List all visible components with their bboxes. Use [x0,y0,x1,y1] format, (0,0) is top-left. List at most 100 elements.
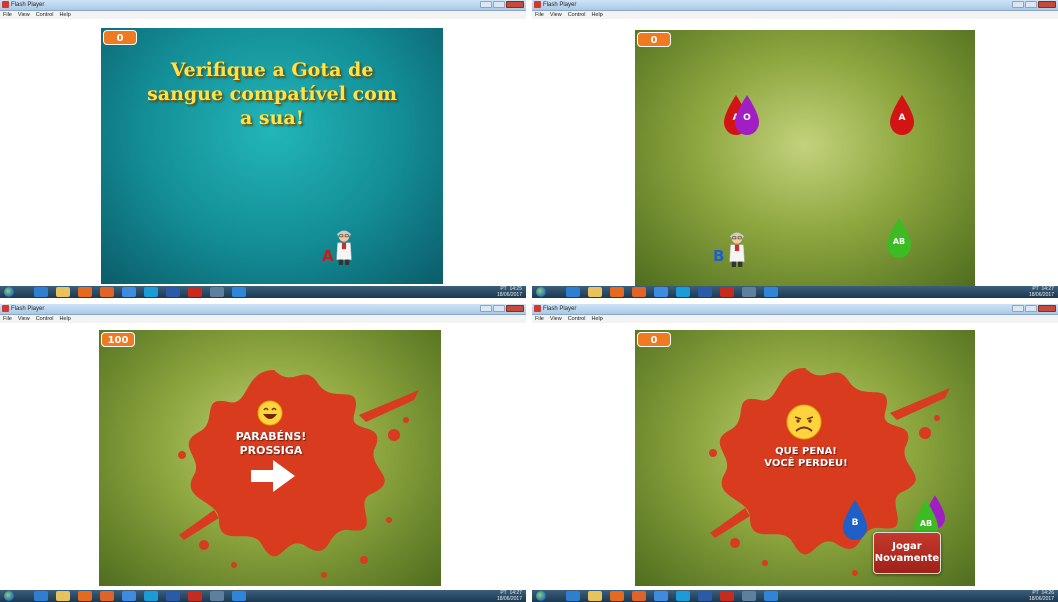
menu-bar: File View Control Help [0,11,526,19]
pdf-icon[interactable] [720,591,734,601]
flash-task-icon[interactable] [764,591,778,601]
doctor-character[interactable] [726,232,748,268]
message-line1: PARABÉNS! [235,430,307,443]
flash-task-icon[interactable] [232,287,246,297]
menu-help[interactable]: Help [588,11,605,19]
flash-icon [2,305,9,312]
app-icon[interactable] [742,591,756,601]
taskbar: PT 14:26 18/06/2017 [532,590,1058,602]
flash-icon [534,305,541,312]
media-icon[interactable] [610,287,624,297]
skype-icon[interactable] [144,287,158,297]
ie-icon[interactable] [566,287,580,297]
maximize-button[interactable] [1025,305,1037,312]
close-button[interactable] [1038,1,1056,8]
pdf-icon[interactable] [720,287,734,297]
menu-file[interactable]: File [0,11,15,19]
start-button[interactable] [536,287,546,297]
pdf-icon[interactable] [188,287,202,297]
ie-icon[interactable] [34,287,48,297]
flash-task-icon[interactable] [232,591,246,601]
word-icon[interactable] [166,287,180,297]
date: 18/06/2017 [496,596,522,602]
menu-view[interactable]: View [15,11,33,19]
app-icon[interactable] [210,287,224,297]
panel-intro: Flash Player File View Control Help 0 Ve… [0,0,526,298]
ie-icon[interactable] [566,591,580,601]
firefox-icon[interactable] [100,287,114,297]
menu-file[interactable]: File [0,315,15,323]
close-button[interactable] [506,1,524,8]
chrome-icon[interactable] [654,287,668,297]
pdf-icon[interactable] [188,591,202,601]
menu-bar: File View Control Help [532,315,1058,323]
firefox-icon[interactable] [632,287,646,297]
media-icon[interactable] [78,287,92,297]
maximize-button[interactable] [1025,1,1037,8]
chrome-icon[interactable] [122,591,136,601]
start-button[interactable] [4,287,14,297]
system-tray: PT 14:25 18/06/2017 [497,286,522,298]
skype-icon[interactable] [144,591,158,601]
flash-task-icon[interactable] [764,287,778,297]
ie-icon[interactable] [34,591,48,601]
chrome-icon[interactable] [122,287,136,297]
close-button[interactable] [1038,305,1056,312]
system-tray: PT 14:27 18/06/2017 [1029,286,1054,298]
doctor-character[interactable] [333,230,355,266]
player-blood-type: B [713,247,725,265]
word-icon[interactable] [698,287,712,297]
start-button[interactable] [4,591,14,601]
menu-help[interactable]: Help [56,11,73,19]
date: 18/06/2017 [1028,292,1054,298]
chrome-icon[interactable] [654,591,668,601]
blood-drop[interactable]: O [735,95,759,135]
folder-icon[interactable] [588,287,602,297]
game-stage[interactable]: 0 A O A AB B [635,30,975,286]
folder-icon[interactable] [56,287,70,297]
game-stage[interactable]: 0 QUE PENA! VOCÊ PERDEU! B AB Jogar Nova… [635,330,975,586]
replay-line1: Jogar [892,541,922,552]
minimize-button[interactable] [480,1,492,8]
menu-control[interactable]: Control [565,315,589,323]
window-title: Flash Player [543,2,577,8]
app-icon[interactable] [210,591,224,601]
menu-file[interactable]: File [532,315,547,323]
firefox-icon[interactable] [100,591,114,601]
word-icon[interactable] [698,591,712,601]
skype-icon[interactable] [676,287,690,297]
game-stage[interactable]: 100 PARABÉNS! PROSSIGA [99,330,441,586]
firefox-icon[interactable] [632,591,646,601]
menu-view[interactable]: View [547,11,565,19]
taskbar: PT 14:25 18/06/2017 [0,286,526,298]
menu-view[interactable]: View [547,315,565,323]
folder-icon[interactable] [588,591,602,601]
menu-help[interactable]: Help [588,315,605,323]
menu-control[interactable]: Control [33,315,57,323]
word-icon[interactable] [166,591,180,601]
menu-view[interactable]: View [15,315,33,323]
skype-icon[interactable] [676,591,690,601]
start-button[interactable] [536,591,546,601]
next-arrow-icon[interactable] [249,458,297,494]
maximize-button[interactable] [493,305,505,312]
play-again-button[interactable]: Jogar Novamente [873,532,941,574]
menu-control[interactable]: Control [33,11,57,19]
menu-help[interactable]: Help [56,315,73,323]
game-stage[interactable]: 0 Verifique a Gota de sangue compatível … [101,28,443,284]
maximize-button[interactable] [493,1,505,8]
close-button[interactable] [506,305,524,312]
minimize-button[interactable] [1012,305,1024,312]
blood-drop[interactable]: A [890,95,914,135]
menu-file[interactable]: File [532,11,547,19]
minimize-button[interactable] [1012,1,1024,8]
blood-drop[interactable]: AB [887,218,911,258]
folder-icon[interactable] [56,591,70,601]
minimize-button[interactable] [480,305,492,312]
media-icon[interactable] [610,591,624,601]
menu-control[interactable]: Control [565,11,589,19]
system-tray: PT 14:27 18/06/2017 [497,590,522,602]
media-icon[interactable] [78,591,92,601]
result-message: PARABÉNS! PROSSIGA [207,430,335,458]
app-icon[interactable] [742,287,756,297]
